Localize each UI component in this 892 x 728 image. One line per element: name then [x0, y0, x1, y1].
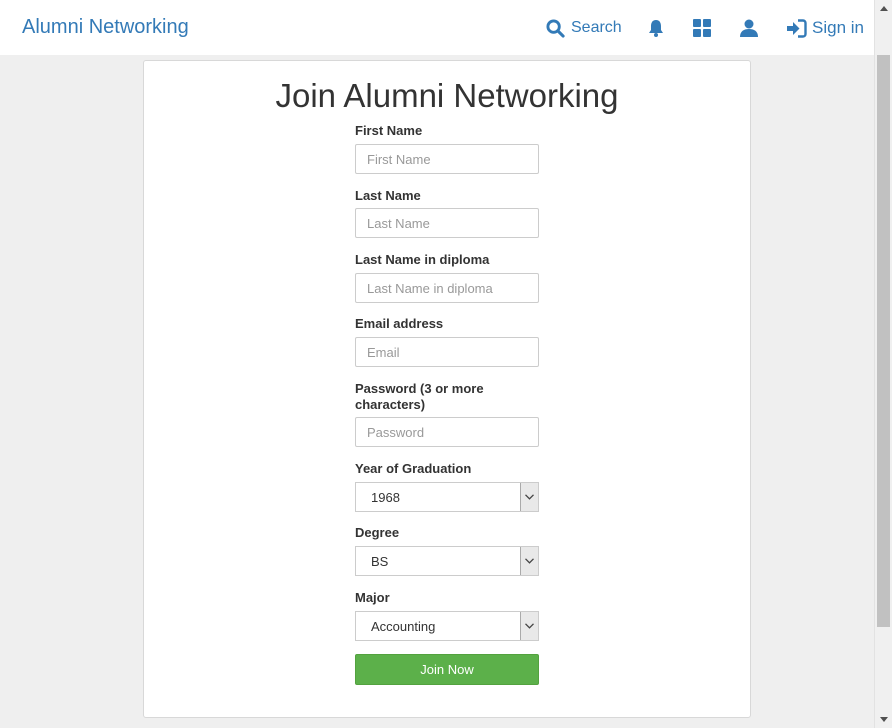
first-name-label: First Name — [355, 123, 423, 138]
scrollbar-thumb[interactable] — [877, 55, 890, 627]
password-label: Password (3 or more characters) — [355, 381, 484, 412]
scroll-up-arrow-icon[interactable] — [875, 0, 892, 17]
last-name-input[interactable] — [355, 208, 539, 238]
major-selected-value: Accounting — [371, 619, 436, 634]
major-label: Major — [355, 590, 390, 605]
year-selected-value: 1968 — [371, 490, 400, 505]
degree-selected-value: BS — [371, 554, 389, 569]
degree-dropdown-button[interactable] — [520, 547, 538, 575]
bell-icon — [649, 20, 663, 37]
signin-label: Sign in — [812, 18, 864, 37]
top-navbar: Alumni Networking Search Sign in — [0, 0, 874, 55]
grid-icon — [693, 19, 711, 37]
last-name-label: Last Name — [355, 188, 421, 203]
last-name-diploma-input[interactable] — [355, 273, 539, 303]
profile-button[interactable] — [739, 17, 759, 39]
email-label: Email address — [355, 316, 444, 331]
email-input[interactable] — [355, 337, 539, 367]
password-input[interactable] — [355, 417, 539, 447]
apps-button[interactable] — [693, 17, 711, 39]
search-icon — [546, 18, 565, 38]
year-label: Year of Graduation — [355, 461, 472, 476]
search-label: Search — [571, 19, 622, 36]
sign-in-icon — [787, 18, 807, 38]
last-name-diploma-label: Last Name in diploma — [355, 252, 490, 267]
brand-link[interactable]: Alumni Networking — [22, 16, 189, 39]
degree-select[interactable]: BS — [355, 546, 539, 576]
notifications-button[interactable] — [648, 17, 664, 39]
user-icon — [740, 19, 758, 37]
signin-link[interactable]: Sign in — [786, 16, 864, 40]
year-select[interactable]: 1968 — [355, 482, 539, 512]
first-name-input[interactable] — [355, 144, 539, 174]
year-dropdown-button[interactable] — [520, 483, 538, 511]
chevron-down-icon — [525, 494, 534, 500]
degree-label: Degree — [355, 525, 400, 540]
chevron-down-icon — [525, 623, 534, 629]
search-link[interactable]: Search — [546, 16, 622, 40]
chevron-down-icon — [525, 558, 534, 564]
join-now-button[interactable]: Join Now — [355, 654, 539, 685]
page-title: Join Alumni Networking — [275, 77, 619, 114]
scroll-down-arrow-icon[interactable] — [875, 711, 892, 728]
major-dropdown-button[interactable] — [520, 612, 538, 640]
major-select[interactable]: Accounting — [355, 611, 539, 641]
